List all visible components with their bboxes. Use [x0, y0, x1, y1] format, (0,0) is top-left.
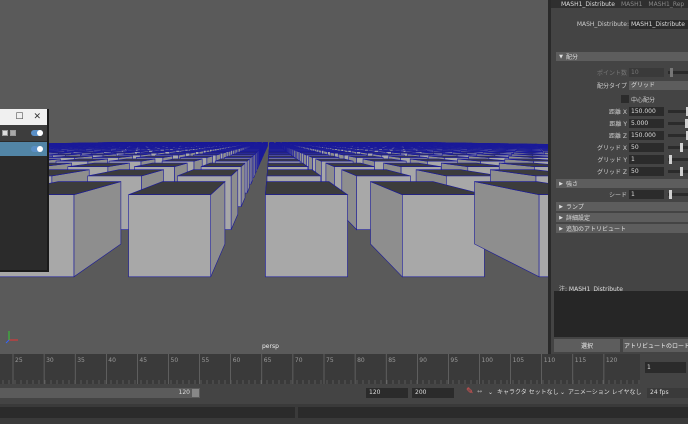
- grid-z-field[interactable]: 50: [629, 167, 664, 176]
- cube-grid-scene: [0, 141, 548, 278]
- dist-x-field[interactable]: 150.000: [629, 107, 664, 116]
- dist-y-slider[interactable]: [668, 119, 688, 128]
- cube-front-face: [128, 194, 211, 278]
- cube-side-face: [73, 181, 122, 278]
- dist-type-row: 配分タイプ グリッド: [551, 80, 688, 91]
- section-distribute[interactable]: ▼ 配分: [556, 52, 688, 61]
- cube-top-face: [215, 158, 251, 162]
- grid-x-field[interactable]: 50: [629, 143, 664, 152]
- dist-y-label: 距離 Y: [609, 121, 627, 128]
- maximize-icon[interactable]: ☐: [15, 112, 23, 122]
- grid-x-slider[interactable]: [668, 143, 688, 152]
- cube-top-face: [267, 158, 302, 162]
- window-titlebar: ☐ ✕: [0, 109, 47, 125]
- dist-z-field[interactable]: 150.000: [629, 131, 664, 140]
- viewport-panel[interactable]: persp: [0, 0, 548, 354]
- camera-label: persp: [262, 343, 279, 350]
- tab-distribute[interactable]: MASH1_Distribute: [561, 1, 615, 8]
- point-count-row: ポイント数 10: [551, 67, 688, 78]
- dist-type-label: 配分タイプ: [596, 83, 627, 90]
- dist-type-dropdown[interactable]: グリッド: [629, 81, 688, 90]
- cube-side-face: [240, 162, 246, 207]
- dist-x-slider[interactable]: [668, 107, 688, 116]
- grid-z-label: グリッド Z: [596, 169, 627, 176]
- grid-y-label: グリッド Y: [597, 157, 627, 164]
- center-dist-row: 中心配分: [551, 94, 688, 105]
- dist-y-row: 距離 Y 5.000: [551, 118, 688, 129]
- cube-top-face: [267, 162, 309, 167]
- node-name-field[interactable]: MASH1_Distribute: [629, 20, 688, 29]
- dist-z-row: 距離 Z 150.000: [551, 130, 688, 141]
- dist-x-label: 距離 X: [608, 109, 627, 116]
- center-dist-checkbox[interactable]: [621, 95, 629, 103]
- cube-front-face: [538, 194, 548, 278]
- cube-front-face: [401, 194, 485, 278]
- grid-z-slider[interactable]: [668, 167, 688, 176]
- point-count-label: ポイント数: [596, 70, 627, 77]
- dist-z-label: 距離 Z: [608, 133, 627, 140]
- cube-side-face: [370, 181, 403, 278]
- grid-z-row: グリッド Z 50: [551, 166, 688, 177]
- center-dist-label: 中心配分: [631, 97, 656, 104]
- visibility-toggle[interactable]: [31, 130, 43, 136]
- cube-top-face: [266, 169, 322, 177]
- cube-front-face: [265, 194, 348, 278]
- expanded-icon: ▼: [559, 53, 563, 60]
- grid-y-slider[interactable]: [668, 155, 688, 164]
- grid-x-row: グリッド X 50: [551, 142, 688, 153]
- section-distribute-label: 配分: [566, 54, 579, 61]
- display-icon[interactable]: [2, 130, 8, 136]
- row-toggle[interactable]: [31, 146, 43, 152]
- node-tabs: MASH1_Distribute MASH1 MASH1_Rep: [551, 0, 688, 8]
- window-toolbar: [0, 125, 47, 141]
- cube-side-face: [230, 169, 239, 230]
- point-count-slider: [668, 68, 688, 77]
- node-name-label: MASH_Distribute:: [576, 21, 629, 28]
- node-name-row: MASH_Distribute: MASH1_Distribute: [551, 19, 688, 30]
- selected-row[interactable]: [0, 142, 47, 156]
- dist-x-row: 距離 X 150.000: [551, 106, 688, 117]
- grid-x-label: グリッド X: [596, 145, 627, 152]
- point-count-field: 10: [629, 68, 664, 77]
- tab-mash[interactable]: MASH1: [621, 1, 642, 8]
- tab-repro[interactable]: MASH1_Rep: [648, 1, 684, 8]
- dist-z-slider[interactable]: [668, 131, 688, 140]
- attribute-editor: MASH1_Distribute MASH1 MASH1_Rep MASH_Di…: [548, 0, 688, 354]
- close-icon[interactable]: ✕: [33, 112, 41, 122]
- floating-window[interactable]: ☐ ✕: [0, 109, 49, 272]
- dist-y-field[interactable]: 5.000: [629, 119, 664, 128]
- cube-side-face: [210, 180, 226, 277]
- cube-side-face: [246, 158, 250, 194]
- link-icon[interactable]: [10, 130, 16, 136]
- grid-y-row: グリッド Y 1: [551, 154, 688, 165]
- grid-y-field[interactable]: 1: [629, 155, 664, 164]
